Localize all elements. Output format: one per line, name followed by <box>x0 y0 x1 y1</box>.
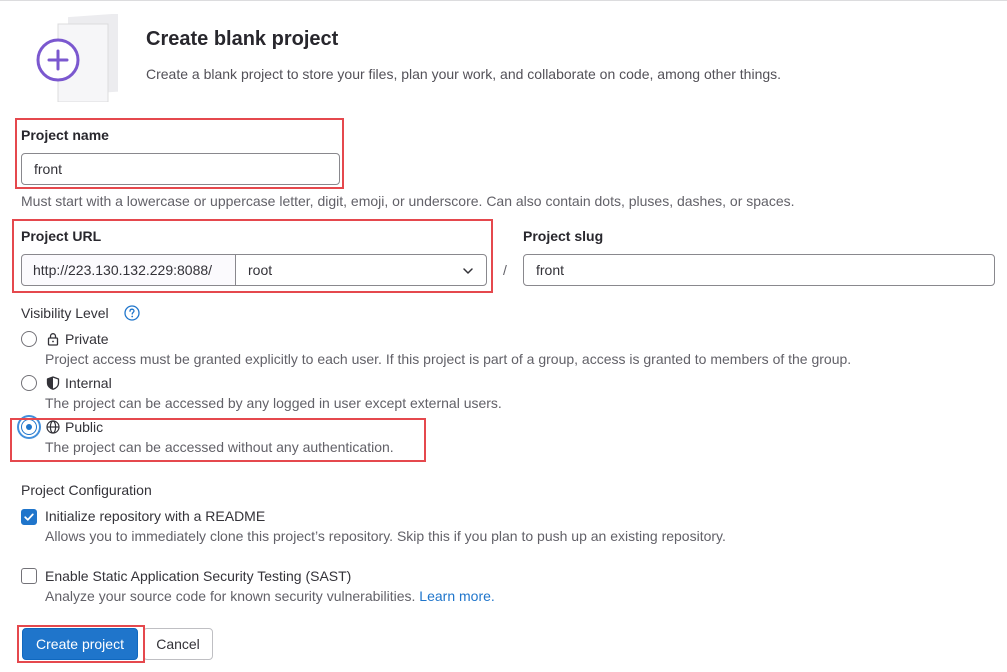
project-slug-label: Project slug <box>523 228 604 244</box>
visibility-help-private: Project access must be granted explicitl… <box>45 351 852 367</box>
namespace-select[interactable]: root <box>235 254 487 286</box>
help-icon[interactable] <box>124 305 140 321</box>
top-divider <box>0 0 1007 1</box>
create-project-button[interactable]: Create project <box>22 628 138 660</box>
visibility-radio-private[interactable] <box>21 331 37 347</box>
project-name-input[interactable] <box>21 153 340 185</box>
sast-help: Analyze your source code for known secur… <box>45 588 495 604</box>
visibility-label-private: Private <box>65 331 109 347</box>
visibility-help-public: The project can be accessed without any … <box>45 439 394 455</box>
project-name-help: Must start with a lowercase or uppercase… <box>21 193 795 209</box>
readme-checkbox[interactable] <box>21 509 37 525</box>
visibility-help-internal: The project can be accessed by any logge… <box>45 395 502 411</box>
visibility-label: Visibility Level <box>21 305 109 321</box>
project-url-label: Project URL <box>21 228 102 244</box>
cancel-button[interactable]: Cancel <box>143 628 213 660</box>
project-slug-input[interactable] <box>523 254 995 286</box>
readme-label: Initialize repository with a README <box>45 508 266 524</box>
visibility-radio-internal[interactable] <box>21 375 37 391</box>
namespace-value: root <box>248 262 273 278</box>
shield-icon <box>46 376 60 390</box>
visibility-label-internal: Internal <box>65 375 112 391</box>
blank-project-illustration <box>36 14 118 102</box>
sast-help-text: Analyze your source code for known secur… <box>45 588 416 604</box>
sast-label: Enable Static Application Security Testi… <box>45 568 352 584</box>
project-url-prefix: http://223.130.132.229:8088/ <box>21 254 236 286</box>
page-description: Create a blank project to store your fil… <box>146 66 782 82</box>
checkmark-icon <box>24 513 34 521</box>
page-title: Create blank project <box>146 28 339 50</box>
visibility-label-public: Public <box>65 419 104 435</box>
project-name-label: Project name <box>21 127 109 143</box>
globe-icon <box>46 420 60 434</box>
visibility-radio-public[interactable] <box>21 419 37 435</box>
url-slug-separator: / <box>503 262 507 278</box>
chevron-down-icon <box>463 268 473 274</box>
learn-more-link[interactable]: Learn more. <box>419 588 494 604</box>
readme-help: Allows you to immediately clone this pro… <box>45 528 726 544</box>
sast-checkbox[interactable] <box>21 568 37 584</box>
project-configuration-label: Project Configuration <box>21 482 152 498</box>
lock-icon <box>47 333 59 346</box>
